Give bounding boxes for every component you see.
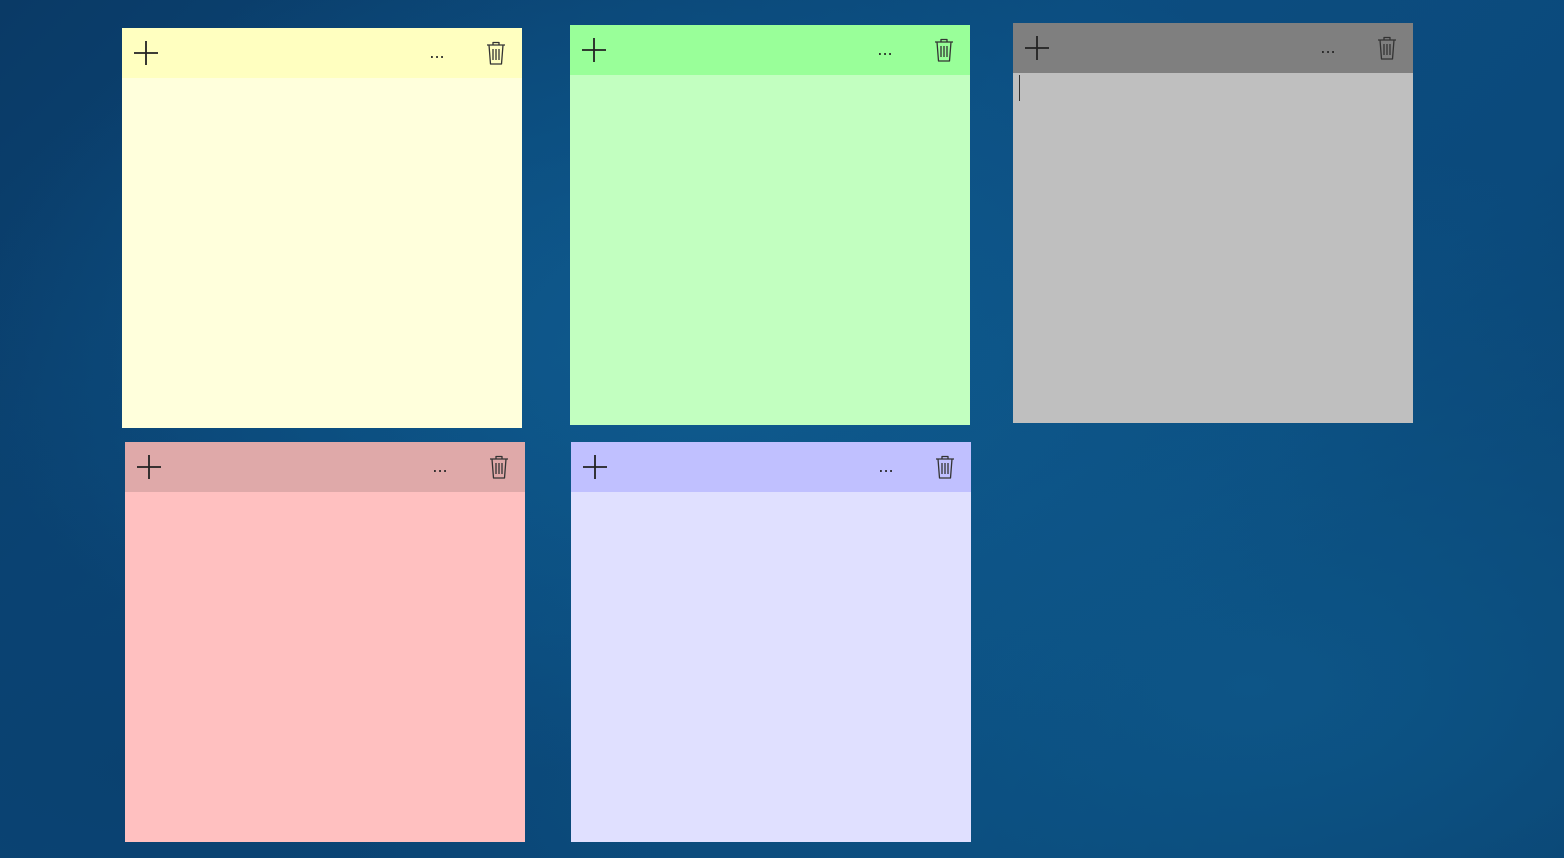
text-caret	[1019, 75, 1020, 101]
note-text-area[interactable]	[125, 492, 525, 842]
plus-icon	[583, 455, 607, 479]
trash-icon	[490, 455, 508, 479]
note-header[interactable]: ...	[125, 442, 525, 492]
note-text-area[interactable]	[571, 492, 971, 842]
delete-note-button[interactable]	[932, 36, 956, 64]
trash-icon	[935, 38, 953, 62]
note-menu-button[interactable]: ...	[1317, 35, 1339, 61]
trash-icon	[1378, 36, 1396, 60]
add-note-button[interactable]	[580, 36, 608, 64]
plus-icon	[582, 38, 606, 62]
plus-icon	[137, 455, 161, 479]
add-note-button[interactable]	[581, 453, 609, 481]
note-menu-button[interactable]: ...	[429, 454, 451, 480]
note-menu-button[interactable]: ...	[874, 37, 896, 63]
note-menu-button[interactable]: ...	[426, 40, 448, 66]
note-header[interactable]: ...	[122, 28, 522, 78]
add-note-button[interactable]	[132, 39, 160, 67]
trash-icon	[487, 41, 505, 65]
sticky-note-yellow[interactable]: ...	[122, 28, 522, 428]
plus-icon	[134, 41, 158, 65]
note-header[interactable]: ...	[1013, 23, 1413, 73]
add-note-button[interactable]	[1023, 34, 1051, 62]
sticky-note-gray[interactable]: ...	[1013, 23, 1413, 423]
delete-note-button[interactable]	[933, 453, 957, 481]
add-note-button[interactable]	[135, 453, 163, 481]
desktop-background: ... ... ... ... ...	[0, 0, 1564, 858]
sticky-note-pink[interactable]: ...	[125, 442, 525, 842]
sticky-note-lavender[interactable]: ...	[571, 442, 971, 842]
delete-note-button[interactable]	[484, 39, 508, 67]
trash-icon	[936, 455, 954, 479]
note-text-area[interactable]	[1013, 73, 1413, 423]
delete-note-button[interactable]	[487, 453, 511, 481]
note-header[interactable]: ...	[570, 25, 970, 75]
note-text-area[interactable]	[122, 78, 522, 428]
note-header[interactable]: ...	[571, 442, 971, 492]
note-text-area[interactable]	[570, 75, 970, 425]
note-menu-button[interactable]: ...	[875, 454, 897, 480]
delete-note-button[interactable]	[1375, 34, 1399, 62]
sticky-note-green[interactable]: ...	[570, 25, 970, 425]
plus-icon	[1025, 36, 1049, 60]
